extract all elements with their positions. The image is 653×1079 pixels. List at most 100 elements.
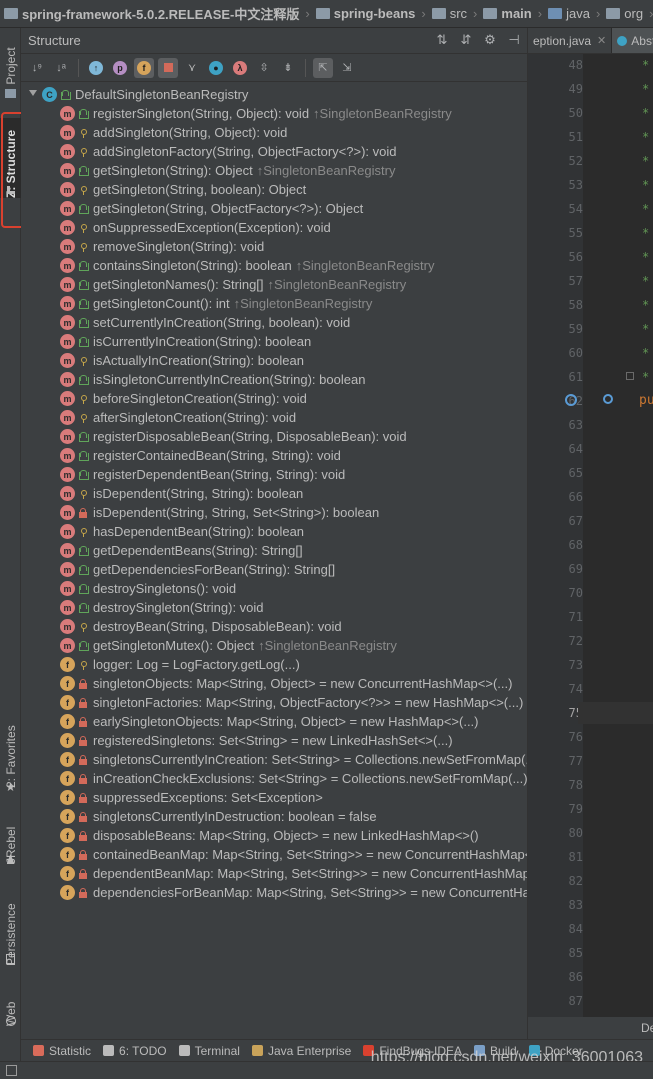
tree-method-item[interactable]: m getDependentBeans(String): String[]: [21, 541, 527, 560]
tree-field-item[interactable]: f singletonObjects: Map<String, Object> =…: [21, 674, 527, 693]
tree-field-item[interactable]: f containedBeanMap: Map<String, Set<Strin…: [21, 845, 527, 864]
tree-method-item[interactable]: m getSingleton(String, ObjectFactory<?>):…: [21, 199, 527, 218]
toolbar-divider: [78, 58, 79, 77]
public-icon: [79, 545, 89, 556]
show-anonymous-icon[interactable]: ●: [206, 58, 226, 78]
member-signature: disposableBeans: Map<String, Object> = n…: [93, 828, 479, 843]
tree-method-item[interactable]: m isDependent(String, String): boolean: [21, 484, 527, 503]
line-number: 56: [568, 250, 583, 264]
tree-method-item[interactable]: m registerSingleton(String, Object): void…: [21, 104, 527, 123]
breadcrumb-separator: ›: [305, 6, 310, 21]
show-inherited-icon[interactable]: ↑: [86, 58, 106, 78]
member-signature: dependentBeanMap: Map<String, Set<String…: [93, 866, 527, 881]
tab-favorites[interactable]: 2: Favorites: [0, 716, 21, 788]
expand-icon[interactable]: ⇳: [254, 58, 274, 78]
line-number: 68: [568, 538, 583, 552]
tree-method-item[interactable]: m hasDependentBean(String): boolean: [21, 522, 527, 541]
public-icon: [79, 279, 89, 290]
hide-icon[interactable]: ⊣: [507, 33, 521, 47]
tool-java-enterprise[interactable]: Java Enterprise: [251, 1044, 351, 1058]
implementing-method-icon[interactable]: [565, 394, 577, 406]
collapse-icon[interactable]: ⇟: [278, 58, 298, 78]
overrides-icon[interactable]: [603, 394, 613, 404]
layout-icon[interactable]: [6, 1065, 17, 1076]
autoscroll-from-source-icon[interactable]: ⇲: [337, 58, 357, 78]
tree-method-item[interactable]: m getSingleton(String, boolean): Object: [21, 180, 527, 199]
tree-field-item[interactable]: f disposableBeans: Map<String, Object> = …: [21, 826, 527, 845]
editor-tab[interactable]: eption.java ✕: [528, 28, 613, 53]
tree-field-item[interactable]: f logger: Log = LogFactory.getLog(...): [21, 655, 527, 674]
close-icon[interactable]: ✕: [597, 34, 606, 47]
field-icon: f: [60, 657, 75, 672]
collapse-all-icon[interactable]: ⇵: [459, 33, 473, 47]
show-fields-icon[interactable]: f: [134, 57, 154, 78]
show-properties-icon[interactable]: p: [110, 58, 130, 78]
tree-method-item[interactable]: m getDependenciesForBean(String): String[…: [21, 560, 527, 579]
editor-tab-active[interactable]: Abst: [612, 28, 653, 53]
breadcrumb-main[interactable]: main: [483, 6, 532, 21]
tree-field-item[interactable]: f earlySingletonObjects: Map<String, Obje…: [21, 712, 527, 731]
tree-field-item[interactable]: f inCreationCheckExclusions: Set<String> …: [21, 769, 527, 788]
breadcrumb-module[interactable]: spring-beans: [315, 6, 415, 21]
tool-terminal[interactable]: Terminal: [178, 1044, 240, 1058]
tree-method-item[interactable]: m getSingletonCount(): int ↑SingletonBeanR…: [21, 294, 527, 313]
tree-field-item[interactable]: f dependentBeanMap: Map<String, Set<Strin…: [21, 864, 527, 883]
tree-field-item[interactable]: f suppressedExceptions: Set<Exception>: [21, 788, 527, 807]
field-icon: f: [60, 714, 75, 729]
tree-method-item[interactable]: m registerDependentBean(String, String): …: [21, 465, 527, 484]
lambda-icon[interactable]: λ: [230, 58, 250, 78]
field-icon: f: [60, 885, 75, 900]
show-non-public-icon[interactable]: [158, 57, 178, 78]
sort-by-visibility-icon[interactable]: ↓⁹: [27, 58, 47, 78]
tool-todo[interactable]: 6: TODO: [103, 1044, 167, 1058]
tree-method-item[interactable]: m addSingleton(String, Object): void: [21, 123, 527, 142]
tree-method-item[interactable]: m isDependent(String, String, Set<String>…: [21, 503, 527, 522]
tree-method-item[interactable]: m removeSingleton(String): void: [21, 237, 527, 256]
field-icon: f: [60, 866, 75, 881]
tree-method-item[interactable]: m containsSingleton(String): boolean ↑Sing…: [21, 256, 527, 275]
tree-method-item[interactable]: m afterSingletonCreation(String): void: [21, 408, 527, 427]
tree-field-item[interactable]: f singletonFactories: Map<String, ObjectF…: [21, 693, 527, 712]
tree-method-item[interactable]: m setCurrentlyInCreation(String, boolean)…: [21, 313, 527, 332]
sort-alphabetically-icon[interactable]: ↓ᵃ: [51, 58, 71, 78]
breadcrumb-src[interactable]: src: [431, 6, 467, 21]
breadcrumb-org[interactable]: org: [606, 6, 643, 21]
breadcrumb-java[interactable]: java: [548, 6, 590, 21]
tool-statistic[interactable]: Statistic: [33, 1044, 91, 1058]
expand-all-icon[interactable]: ⇅: [435, 33, 449, 47]
line-number: 59: [568, 322, 583, 336]
tree-method-item[interactable]: m isCurrentlyInCreation(String): boolean: [21, 332, 527, 351]
tree-field-item[interactable]: f singletonsCurrentlyInDestruction: boole…: [21, 807, 527, 826]
tree-field-item[interactable]: f singletonsCurrentlyInCreation: Set<Stri…: [21, 750, 527, 769]
tree-method-item[interactable]: m registerContainedBean(String, String): …: [21, 446, 527, 465]
tree-method-item[interactable]: m isSingletonCurrentlyInCreation(String):…: [21, 370, 527, 389]
method-icon: m: [60, 220, 75, 235]
code-area[interactable]: * * * * * * * * * * * * * *: [583, 54, 653, 1039]
tree-field-item[interactable]: f dependenciesForBeanMap: Map<String, Set…: [21, 883, 527, 902]
tree-method-item[interactable]: m destroySingletons(): void: [21, 579, 527, 598]
tree-method-item[interactable]: m beforeSingletonCreation(String): void: [21, 389, 527, 408]
fold-marker-icon[interactable]: [626, 372, 634, 380]
tree-method-item[interactable]: m getSingletonMutex(): Object ↑SingletonBe…: [21, 636, 527, 655]
public-icon: [79, 298, 89, 309]
method-icon: m: [60, 524, 75, 539]
tree-method-item[interactable]: m addSingletonFactory(String, ObjectFacto…: [21, 142, 527, 161]
tree-method-item[interactable]: m onSuppressedException(Exception): void: [21, 218, 527, 237]
breadcrumb-project[interactable]: spring-framework-5.0.2.RELEASE-中文注释版: [4, 4, 299, 23]
tree-method-item[interactable]: m getSingletonNames(): String[] ↑Singleton…: [21, 275, 527, 294]
method-icon: m: [60, 429, 75, 444]
expand-arrow-icon[interactable]: [29, 90, 37, 96]
tree-method-item[interactable]: m isActuallyInCreation(String): boolean: [21, 351, 527, 370]
tree-method-item[interactable]: m destroyBean(String, DisposableBean): vo…: [21, 617, 527, 636]
line-number: 86: [568, 970, 583, 984]
field-icon: f: [60, 828, 75, 843]
gear-icon[interactable]: ⚙: [483, 33, 497, 47]
autoscroll-to-source-icon[interactable]: ⇱: [313, 57, 333, 78]
show-lambdas-icon[interactable]: ⋎: [182, 58, 202, 78]
tree-field-item[interactable]: f registeredSingletons: Set<String> = new…: [21, 731, 527, 750]
line-number: 65: [568, 466, 583, 480]
tree-method-item[interactable]: m getSingleton(String): Object ↑SingletonB…: [21, 161, 527, 180]
tree-root[interactable]: C DefaultSingletonBeanRegistry: [21, 85, 527, 104]
tree-method-item[interactable]: m destroySingleton(String): void: [21, 598, 527, 617]
tree-method-item[interactable]: m registerDisposableBean(String, Disposab…: [21, 427, 527, 446]
